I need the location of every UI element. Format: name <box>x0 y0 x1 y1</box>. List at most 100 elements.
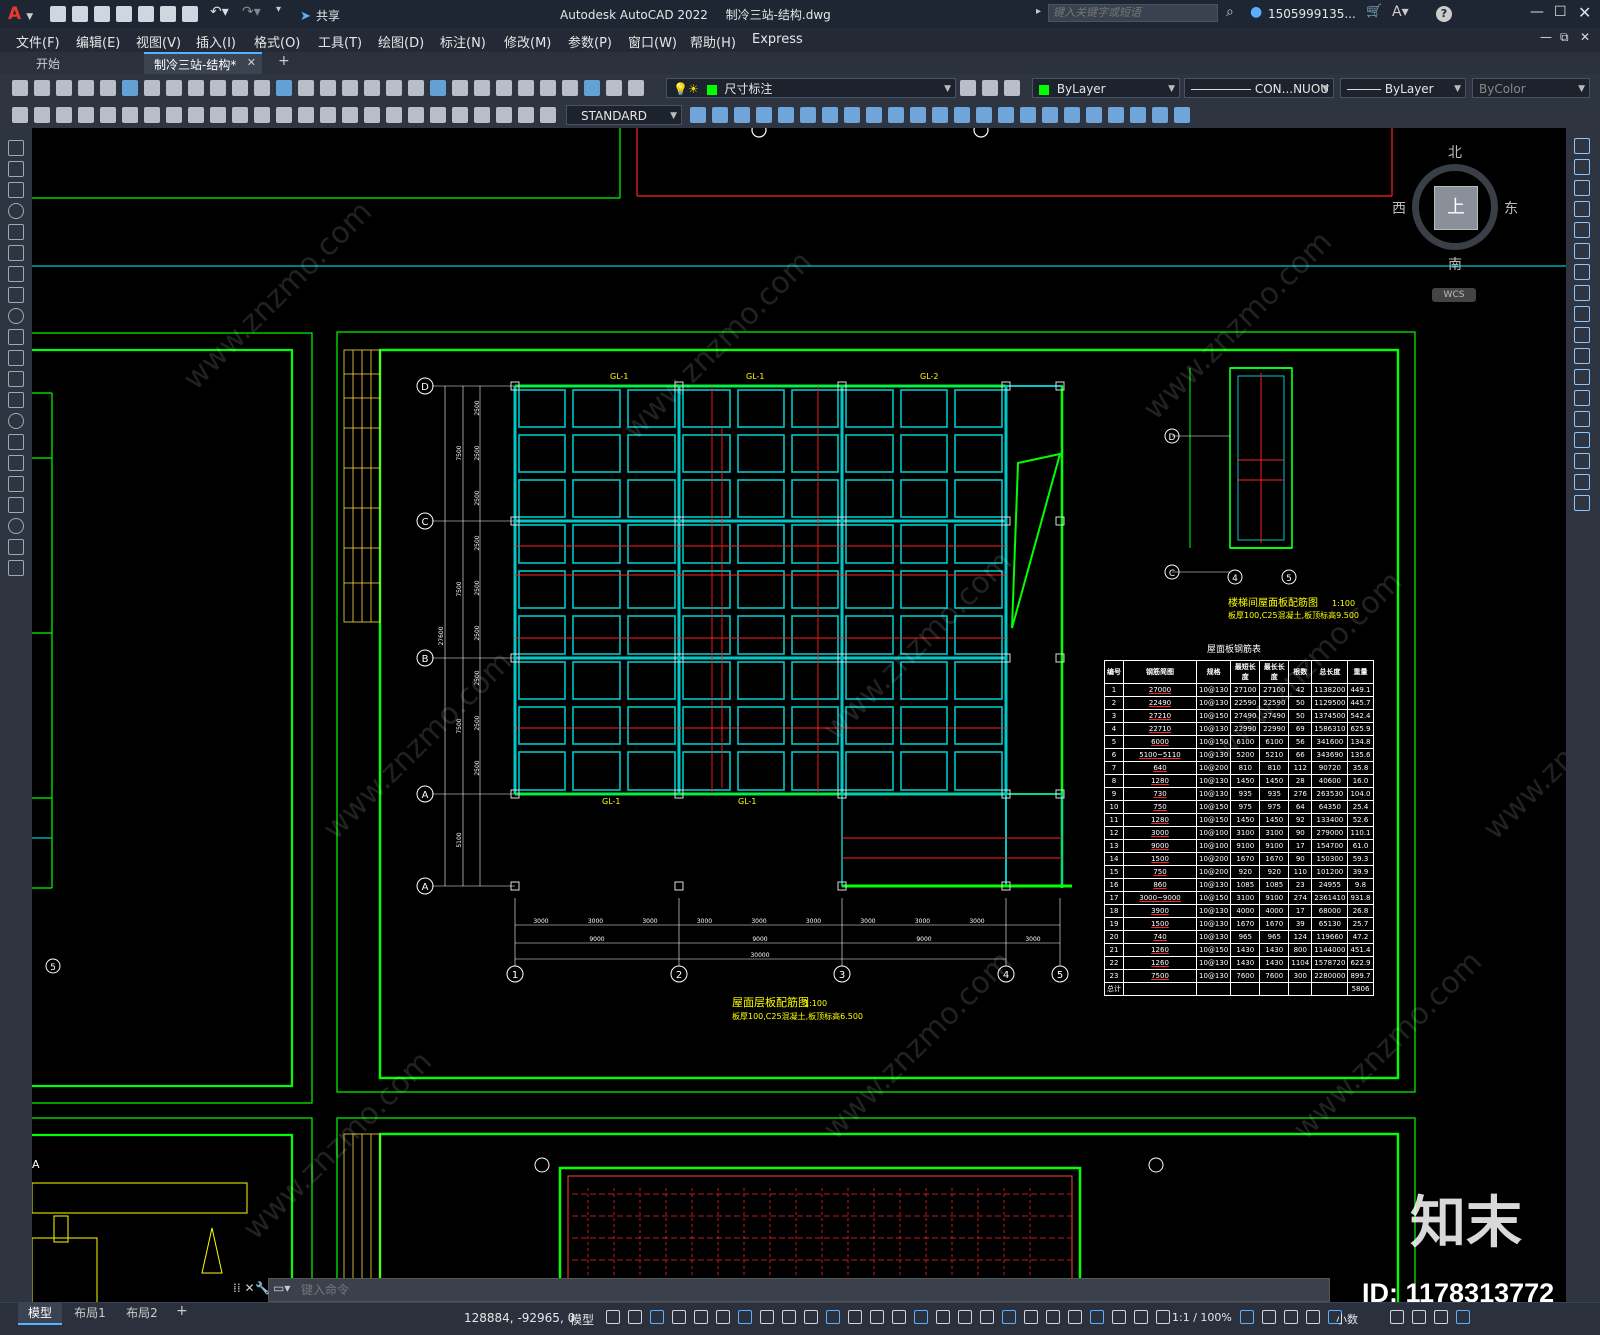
std-tool-9-icon[interactable] <box>210 80 226 96</box>
modify-tool-16-icon[interactable] <box>1574 474 1590 490</box>
modify-tool-14-icon[interactable] <box>1574 432 1590 448</box>
dim-tool-14-icon[interactable] <box>320 107 336 123</box>
status-toggle-7-icon[interactable] <box>760 1310 774 1324</box>
viewcube-west[interactable]: 西 <box>1392 198 1406 218</box>
minimize-icon[interactable]: — <box>1530 4 1544 20</box>
dim-tool-47-icon[interactable] <box>1174 107 1190 123</box>
draw-tool-10-icon[interactable] <box>8 350 24 366</box>
viewcube-north[interactable]: 北 <box>1448 142 1462 162</box>
draw-tool-17-icon[interactable] <box>8 497 24 513</box>
status-toggle-14-icon[interactable] <box>914 1310 928 1324</box>
draw-tool-19-icon[interactable] <box>8 539 24 555</box>
status-toggle-15-icon[interactable] <box>936 1310 950 1324</box>
dim-tool-16-icon[interactable] <box>364 107 380 123</box>
dim-tool-39-icon[interactable] <box>998 107 1014 123</box>
dim-tool-25-icon[interactable] <box>690 107 706 123</box>
std-tool-6-icon[interactable] <box>144 80 160 96</box>
dim-tool-31-icon[interactable] <box>822 107 838 123</box>
tab-layout2[interactable]: 布局2 <box>118 1303 166 1323</box>
status-toggle-13-icon[interactable] <box>892 1310 906 1324</box>
std-tool-25-icon[interactable] <box>562 80 578 96</box>
status-toggle-10-icon[interactable] <box>826 1310 840 1324</box>
std-tool-4-icon[interactable] <box>100 80 116 96</box>
dim-tool-37-icon[interactable] <box>954 107 970 123</box>
save-as-icon[interactable] <box>116 6 132 22</box>
menu-item-0[interactable]: 文件(F) <box>16 32 60 51</box>
draw-tool-6-icon[interactable] <box>8 266 24 282</box>
status-toggle-12-icon[interactable] <box>870 1310 884 1324</box>
text-style-dropdown[interactable]: STANDARD ▼ <box>566 105 682 125</box>
modify-tool-12-icon[interactable] <box>1574 390 1590 406</box>
tab-active-drawing[interactable]: 制冷三站-结构* ✕ <box>144 52 262 74</box>
status-toggle-6-icon[interactable] <box>738 1310 752 1324</box>
std-tool-15-icon[interactable] <box>342 80 358 96</box>
tab-layout1[interactable]: 布局1 <box>66 1303 114 1323</box>
model-space-toggle[interactable]: 模型 <box>570 1311 594 1328</box>
wcs-menu[interactable]: WCS <box>1432 288 1476 302</box>
dim-tool-1-icon[interactable] <box>34 107 50 123</box>
status-toggle-21-icon[interactable] <box>1068 1310 1082 1324</box>
dim-tool-23-icon[interactable] <box>518 107 534 123</box>
viewcube-south[interactable]: 南 <box>1448 254 1462 274</box>
draw-tool-0-icon[interactable] <box>8 140 24 156</box>
draw-tool-4-icon[interactable] <box>8 224 24 240</box>
draw-tool-1-icon[interactable] <box>8 161 24 177</box>
cart-icon[interactable]: 🛒 <box>1366 4 1382 19</box>
user-name[interactable]: 1505999135... <box>1268 7 1356 21</box>
dim-tool-28-icon[interactable] <box>756 107 772 123</box>
dim-tool-20-icon[interactable] <box>452 107 468 123</box>
status-toggle-8-icon[interactable] <box>782 1310 796 1324</box>
std-tool-1-icon[interactable] <box>34 80 50 96</box>
std-tool-18-icon[interactable] <box>408 80 424 96</box>
dim-tool-38-icon[interactable] <box>976 107 992 123</box>
std-tool-12-icon[interactable] <box>276 80 292 96</box>
dim-tool-40-icon[interactable] <box>1020 107 1036 123</box>
modify-tool-3-icon[interactable] <box>1574 201 1590 217</box>
modify-tool-17-icon[interactable] <box>1574 495 1590 511</box>
status-toggle-23-icon[interactable] <box>1112 1310 1126 1324</box>
std-tool-19-icon[interactable] <box>430 80 446 96</box>
draw-tool-11-icon[interactable] <box>8 371 24 387</box>
std-tool-22-icon[interactable] <box>496 80 512 96</box>
maximize-icon[interactable]: ☐ <box>1554 4 1567 20</box>
dim-tool-29-icon[interactable] <box>778 107 794 123</box>
dim-tool-15-icon[interactable] <box>342 107 358 123</box>
dim-tool-0-icon[interactable] <box>12 107 28 123</box>
dim-tool-17-icon[interactable] <box>386 107 402 123</box>
viewcube[interactable]: 上 北 南 西 东 WCS <box>1392 142 1522 312</box>
status-toggle-22-icon[interactable] <box>1090 1310 1104 1324</box>
command-close-icon[interactable]: ⁞⁞ ✕ <box>233 1281 255 1295</box>
draw-tool-5-icon[interactable] <box>8 245 24 261</box>
draw-tool-3-icon[interactable] <box>8 203 24 219</box>
modify-tool-15-icon[interactable] <box>1574 453 1590 469</box>
std-tool-11-icon[interactable] <box>254 80 270 96</box>
std-tool-31-icon[interactable] <box>1004 80 1020 96</box>
std-tool-3-icon[interactable] <box>78 80 94 96</box>
dim-tool-21-icon[interactable] <box>474 107 490 123</box>
close-icon[interactable]: ✕ <box>1578 3 1591 22</box>
draw-tool-2-icon[interactable] <box>8 182 24 198</box>
tab-start[interactable]: 开始 <box>20 52 140 74</box>
std-tool-20-icon[interactable] <box>452 80 468 96</box>
dim-tool-6-icon[interactable] <box>144 107 160 123</box>
save-icon[interactable] <box>94 6 110 22</box>
draw-tool-15-icon[interactable] <box>8 455 24 471</box>
menu-item-1[interactable]: 编辑(E) <box>76 32 120 51</box>
std-tool-17-icon[interactable] <box>386 80 402 96</box>
std-tool-8-icon[interactable] <box>188 80 204 96</box>
dim-tool-24-icon[interactable] <box>540 107 556 123</box>
std-tool-2-icon[interactable] <box>56 80 72 96</box>
doc-restore-icon[interactable]: ⧉ <box>1560 30 1569 45</box>
new-file-icon[interactable] <box>50 6 66 22</box>
annotation-scale[interactable]: 1:1 / 100% <box>1172 1311 1232 1324</box>
dim-tool-43-icon[interactable] <box>1086 107 1102 123</box>
modify-tool-9-icon[interactable] <box>1574 327 1590 343</box>
modify-tool-0-icon[interactable] <box>1574 138 1590 154</box>
dim-tool-44-icon[interactable] <box>1108 107 1124 123</box>
status-toggle-31-icon[interactable] <box>1390 1310 1404 1324</box>
dim-tool-41-icon[interactable] <box>1042 107 1058 123</box>
menu-item-8[interactable]: 修改(M) <box>504 32 551 51</box>
command-input[interactable] <box>299 1281 1303 1299</box>
status-toggle-18-icon[interactable] <box>1002 1310 1016 1324</box>
menu-item-3[interactable]: 插入(I) <box>196 32 236 51</box>
